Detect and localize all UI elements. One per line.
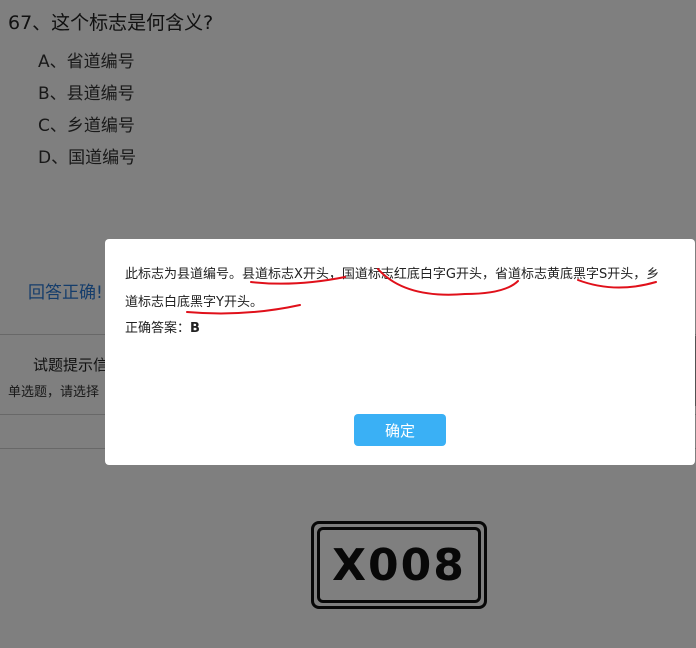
correct-answer-label: 正确答案： [125, 321, 191, 336]
correct-answer: 正确答案：B [125, 317, 200, 341]
correct-answer-value: B [190, 321, 200, 336]
confirm-button[interactable]: 确定 [354, 414, 446, 446]
answer-dialog: 此标志为县道编号。县道标志X开头，国道标志红底白字G开头，省道标志黄底黑字S开头… [105, 239, 695, 465]
explanation-text: 此标志为县道编号。县道标志X开头，国道标志红底白字G开头，省道标志黄底黑字S开头… [125, 267, 660, 310]
